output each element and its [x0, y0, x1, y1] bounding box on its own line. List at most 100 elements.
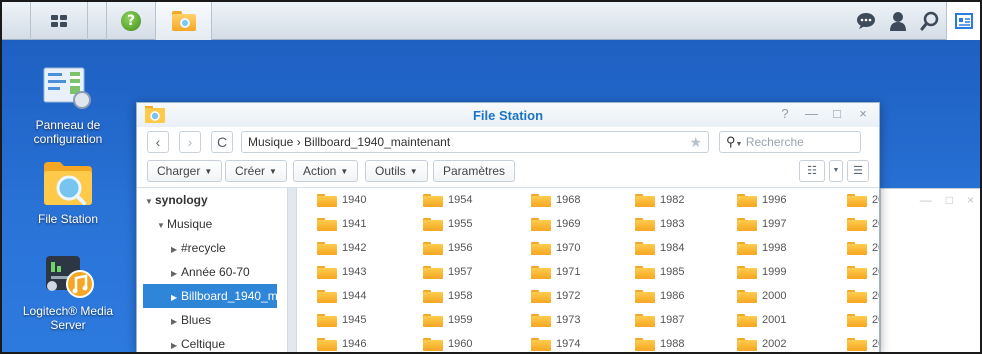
file-station-window[interactable]: File Station ? — □ × ‹ › C Musique › Bil…: [136, 102, 880, 354]
refresh-button[interactable]: C: [211, 131, 233, 153]
view-dropdown-button[interactable]: ▼: [829, 160, 843, 182]
folder-item[interactable]: 20: [847, 212, 879, 236]
folder-item[interactable]: 1943: [317, 260, 427, 284]
folder-item[interactable]: 1946: [317, 332, 427, 354]
folder-item[interactable]: 1958: [423, 284, 533, 308]
folder-item[interactable]: 1954: [423, 188, 533, 212]
folder-item[interactable]: 20: [847, 332, 879, 354]
user-button[interactable]: [882, 2, 914, 40]
folder-item[interactable]: 1987: [635, 308, 745, 332]
pane-splitter[interactable]: [287, 188, 297, 354]
expand-icon[interactable]: ▼: [157, 214, 167, 236]
folder-item[interactable]: 20: [847, 260, 879, 284]
forward-button[interactable]: ›: [179, 131, 201, 153]
help-button[interactable]: ?: [779, 106, 791, 121]
folder-item[interactable]: 1969: [531, 212, 641, 236]
collapse-icon[interactable]: ▶: [171, 262, 181, 284]
breadcrumb-root[interactable]: Musique: [248, 135, 293, 149]
folder-item[interactable]: 20: [847, 188, 879, 212]
tree-item-selected[interactable]: ▶ Billboard_1940_mai: [143, 284, 277, 308]
tree-item-synology[interactable]: ▼ synology: [137, 188, 277, 212]
folder-item[interactable]: 20: [847, 308, 879, 332]
title-bar[interactable]: File Station ? — □ ×: [137, 103, 879, 127]
folder-item[interactable]: 1988: [635, 332, 745, 354]
folder-item[interactable]: 20: [847, 236, 879, 260]
folder-item[interactable]: 1973: [531, 308, 641, 332]
folder-item[interactable]: 1997: [737, 212, 847, 236]
folder-item[interactable]: 1986: [635, 284, 745, 308]
folder-item[interactable]: 1971: [531, 260, 641, 284]
action-button[interactable]: Action ▼: [293, 160, 359, 182]
folder-item[interactable]: 2001: [737, 308, 847, 332]
folder-item[interactable]: 1941: [317, 212, 427, 236]
help-button[interactable]: ?: [106, 2, 156, 40]
folder-item[interactable]: 1959: [423, 308, 533, 332]
folder-item[interactable]: 1970: [531, 236, 641, 260]
folder-item[interactable]: 1968: [531, 188, 641, 212]
folder-item[interactable]: 1972: [531, 284, 641, 308]
maximize-button[interactable]: □: [831, 106, 843, 121]
collapse-icon[interactable]: ▶: [171, 334, 181, 354]
folder-item[interactable]: 1998: [737, 236, 847, 260]
widgets-button[interactable]: [946, 2, 980, 40]
folder-column: 1940 1941 1942 1943 1944 1945 1946: [317, 188, 427, 354]
settings-button[interactable]: Paramètres: [433, 160, 516, 182]
taskbar-file-station-button[interactable]: [156, 2, 212, 40]
minimize-button[interactable]: —: [805, 106, 818, 121]
folder-item[interactable]: 1983: [635, 212, 745, 236]
folder-column: 20 20 20 20 20 20 20: [847, 188, 879, 354]
tree-item[interactable]: ▶ Celtique: [137, 332, 277, 354]
user-icon: [890, 12, 906, 31]
tree-item[interactable]: ▶ Blues: [137, 308, 277, 332]
folder-item[interactable]: 1996: [737, 188, 847, 212]
view-mode-button[interactable]: ☷: [799, 160, 825, 182]
folder-name: 20: [872, 194, 879, 206]
main-menu-button[interactable]: [30, 2, 88, 40]
folder-item[interactable]: 1955: [423, 212, 533, 236]
chat-button[interactable]: [850, 2, 882, 40]
path-bar[interactable]: Musique › Billboard_1940_maintenant ★: [241, 131, 709, 153]
folder-item[interactable]: 1942: [317, 236, 427, 260]
close-button[interactable]: ×: [967, 193, 974, 207]
folder-item[interactable]: 1945: [317, 308, 427, 332]
background-window[interactable]: — □ ×: [880, 188, 980, 354]
expand-icon[interactable]: ▼: [145, 190, 155, 212]
upload-button[interactable]: Charger ▼: [147, 160, 223, 182]
collapse-icon[interactable]: ▶: [171, 310, 181, 332]
breadcrumb-current[interactable]: Billboard_1940_maintenant: [304, 135, 450, 149]
tools-button[interactable]: Outils ▼: [365, 160, 428, 182]
star-icon[interactable]: ★: [689, 132, 702, 152]
search-button[interactable]: [914, 2, 946, 40]
desktop-icon-media-server[interactable]: Logitech® Media Server: [20, 254, 116, 332]
desktop-icon-control-panel[interactable]: Panneau de configuration: [20, 66, 116, 146]
folder-item[interactable]: 1974: [531, 332, 641, 354]
folder-item[interactable]: 1957: [423, 260, 533, 284]
folder-item[interactable]: 1940: [317, 188, 427, 212]
folder-name: 1970: [556, 242, 581, 254]
desktop-icon-file-station[interactable]: File Station: [20, 160, 116, 226]
folder-column: 1996 1997 1998 1999 2000 2001 2002: [737, 188, 847, 354]
tree-item[interactable]: ▶ #recycle: [137, 236, 277, 260]
folder-item[interactable]: 2000: [737, 284, 847, 308]
tree-item-musique[interactable]: ▼ Musique: [137, 212, 277, 236]
folder-item[interactable]: 1982: [635, 188, 745, 212]
create-button[interactable]: Créer ▼: [225, 160, 287, 182]
folder-item[interactable]: 1944: [317, 284, 427, 308]
tree-item[interactable]: ▶ Année 60-70: [137, 260, 277, 284]
folder-item[interactable]: 20: [847, 284, 879, 308]
collapse-icon[interactable]: ▶: [171, 286, 181, 308]
folder-item[interactable]: 1956: [423, 236, 533, 260]
folder-item[interactable]: 1984: [635, 236, 745, 260]
folder-item[interactable]: 1999: [737, 260, 847, 284]
folder-item[interactable]: 1985: [635, 260, 745, 284]
folder-item[interactable]: 1960: [423, 332, 533, 354]
close-button[interactable]: ×: [857, 106, 869, 121]
search-input[interactable]: ⚲▼ Recherche: [719, 131, 861, 153]
minimize-button[interactable]: —: [920, 193, 932, 207]
search-icon[interactable]: ⚲: [726, 134, 736, 149]
collapse-icon[interactable]: ▶: [171, 238, 181, 260]
maximize-button[interactable]: □: [946, 193, 953, 207]
folder-item[interactable]: 2002: [737, 332, 847, 354]
back-button[interactable]: ‹: [147, 131, 169, 153]
sort-button[interactable]: ☰: [847, 160, 869, 182]
